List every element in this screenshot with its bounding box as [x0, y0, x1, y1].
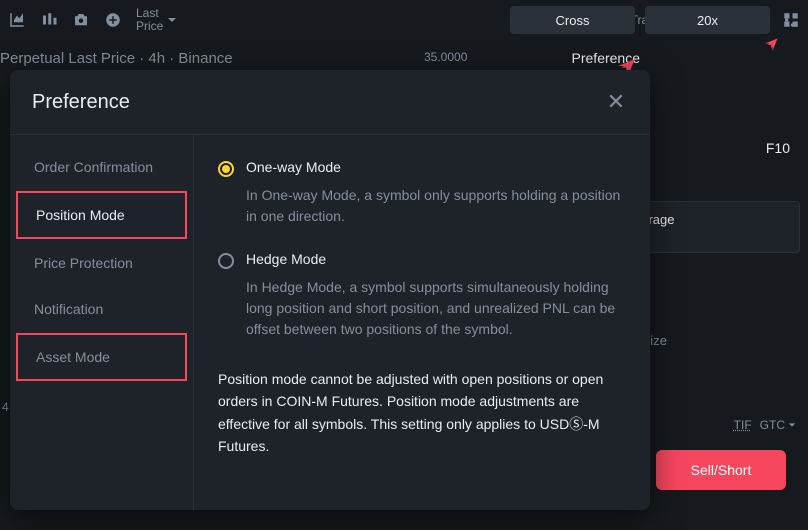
sell-short-button[interactable]: Sell/Short	[656, 450, 786, 490]
chart-icon[interactable]	[8, 11, 26, 29]
sidebar-item-price-protection[interactable]: Price Protection	[16, 241, 187, 285]
chart-title: Perpetual Last Price · 4h · Binance	[0, 50, 233, 67]
annotation-arrow-icon	[750, 36, 780, 66]
leverage-button[interactable]: 20x	[645, 6, 770, 34]
modal-sidebar: Order Confirmation Position Mode Price P…	[10, 135, 194, 510]
tif-label: TIF	[734, 418, 752, 432]
price-axis-label: 35.0000	[424, 50, 467, 64]
left-axis-stub: 4	[2, 400, 9, 414]
last-price-label: Last Price	[136, 7, 163, 33]
close-icon[interactable]: ✕	[604, 90, 628, 114]
sidebar-item-asset-mode[interactable]: Asset Mode	[16, 333, 187, 381]
oneway-mode-radio[interactable]	[218, 161, 234, 177]
candles-icon[interactable]	[40, 11, 58, 29]
sidebar-item-order-confirmation[interactable]: Order Confirmation	[16, 145, 187, 189]
tif-value-dropdown[interactable]: GTC	[760, 418, 796, 432]
oneway-mode-title: One-way Mode	[246, 159, 341, 175]
oneway-mode-desc: In One-way Mode, a symbol only supports …	[246, 185, 626, 227]
hedge-mode-radio[interactable]	[218, 253, 234, 269]
modal-title: Preference	[32, 91, 130, 114]
hedge-mode-title: Hedge Mode	[246, 251, 326, 267]
preference-modal: Preference ✕ Order Confirmation Position…	[10, 70, 650, 510]
plus-icon[interactable]	[104, 11, 122, 29]
last-price-dropdown[interactable]: Last Price	[136, 7, 177, 33]
camera-icon[interactable]	[72, 11, 90, 29]
sidebar-item-notification[interactable]: Notification	[16, 287, 187, 331]
settings-sliders-icon[interactable]	[780, 10, 800, 30]
sidebar-item-position-mode[interactable]: Position Mode	[16, 191, 187, 239]
modal-content: One-way Mode In One-way Mode, a symbol o…	[194, 135, 650, 510]
position-mode-note: Position mode cannot be adjusted with op…	[218, 368, 626, 458]
margin-mode-button[interactable]: Cross	[510, 6, 635, 34]
hedge-mode-desc: In Hedge Mode, a symbol supports simulta…	[246, 277, 626, 340]
